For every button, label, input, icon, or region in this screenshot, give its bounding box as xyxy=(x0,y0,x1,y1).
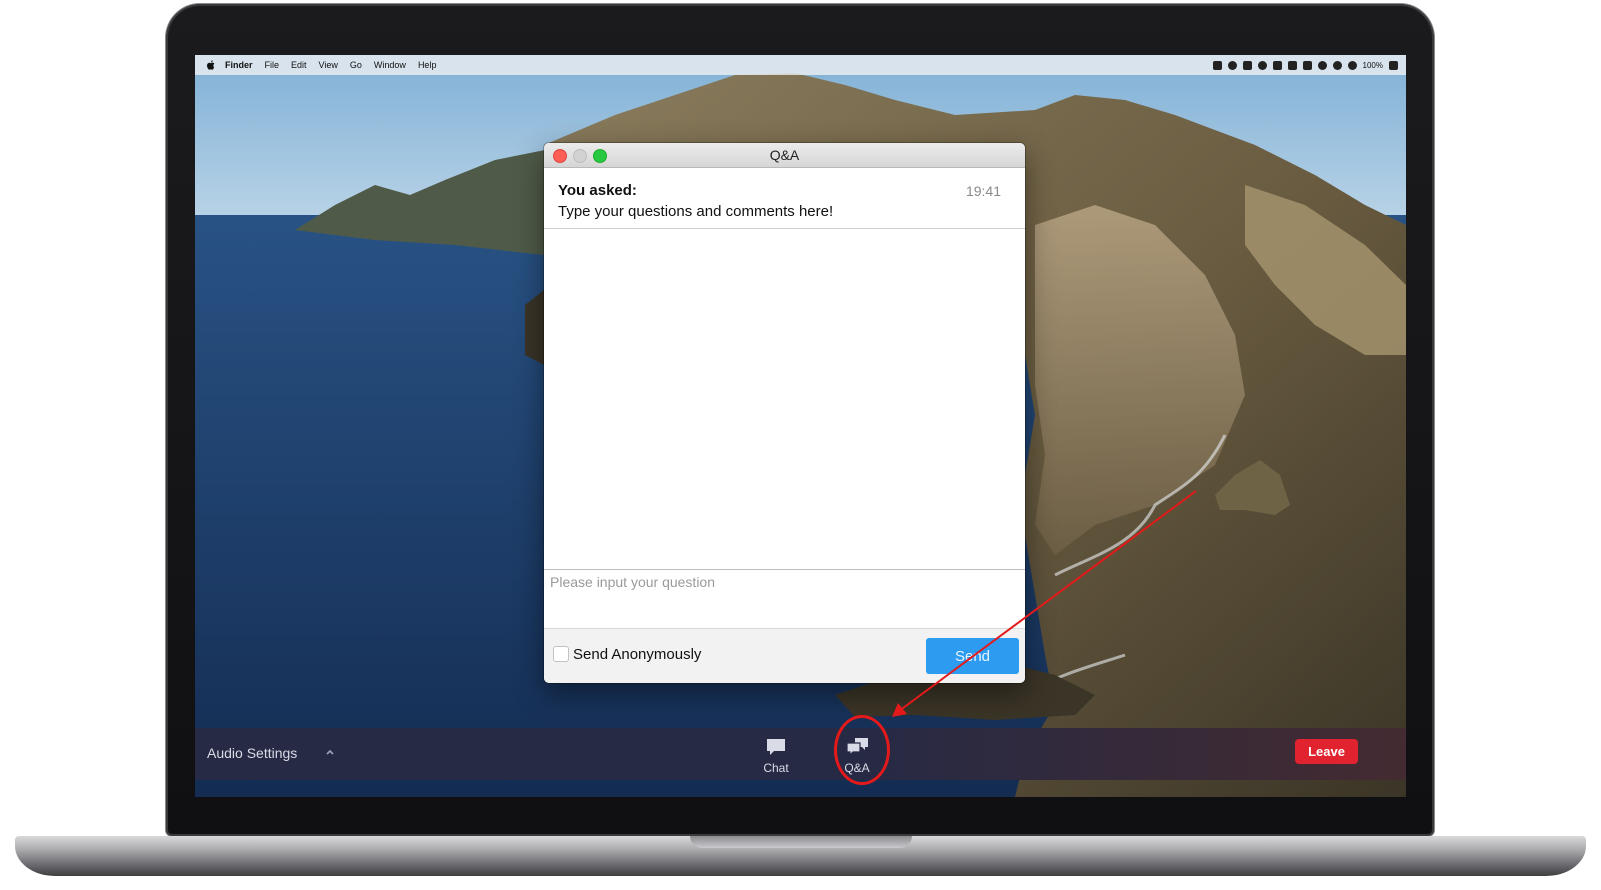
status-creative-icon[interactable] xyxy=(1242,60,1252,70)
leave-button[interactable]: Leave xyxy=(1295,739,1358,764)
battery-percent[interactable]: 100% xyxy=(1363,61,1383,70)
qa-titlebar[interactable]: Q&A xyxy=(544,143,1025,168)
question-label: You asked: xyxy=(558,182,637,199)
send-anonymously-label[interactable]: Send Anonymously xyxy=(573,646,701,663)
chat-button[interactable]: Chat xyxy=(756,734,796,775)
qa-window-title: Q&A xyxy=(769,147,800,163)
status-dropbox-icon[interactable] xyxy=(1257,60,1267,70)
menu-finder[interactable]: Finder xyxy=(225,60,253,70)
zoom-icon[interactable] xyxy=(593,149,607,163)
status-black-icon[interactable] xyxy=(1287,60,1297,70)
status-dollar-icon[interactable] xyxy=(1227,60,1237,70)
question-text: Type your questions and comments here! xyxy=(558,203,834,220)
question-input[interactable] xyxy=(544,570,1025,628)
apple-icon[interactable] xyxy=(205,59,217,71)
wifi-icon[interactable] xyxy=(1332,60,1342,70)
meeting-toolbar: Audio Settings Chat Q&A Leave xyxy=(195,728,1406,780)
laptop-notch xyxy=(690,836,912,848)
menu-bar: Finder File Edit View Go Window Help 100… xyxy=(195,55,1406,75)
menu-go[interactable]: Go xyxy=(350,60,362,70)
bluetooth-icon[interactable] xyxy=(1317,60,1327,70)
volume-icon[interactable] xyxy=(1347,60,1357,70)
qa-window: Q&A You asked: 19:41 Type your questions… xyxy=(544,143,1025,683)
menu-window[interactable]: Window xyxy=(374,60,406,70)
menu-view[interactable]: View xyxy=(319,60,338,70)
status-airplay-icon[interactable] xyxy=(1302,60,1312,70)
question-time: 19:41 xyxy=(965,183,1001,199)
audio-settings-button[interactable]: Audio Settings xyxy=(207,745,297,761)
battery-icon[interactable] xyxy=(1389,60,1398,70)
qa-highlight-circle xyxy=(834,715,890,785)
menu-help[interactable]: Help xyxy=(418,60,437,70)
send-anonymously-checkbox[interactable] xyxy=(553,646,569,662)
status-area: 100% xyxy=(1212,60,1406,70)
minimize-icon[interactable] xyxy=(573,149,587,163)
status-sync-icon[interactable] xyxy=(1272,60,1282,70)
qa-footer: Send Anonymously Send xyxy=(544,628,1025,683)
question-card: You asked: 19:41 Type your questions and… xyxy=(544,168,1025,229)
chat-label: Chat xyxy=(763,761,789,775)
send-button[interactable]: Send xyxy=(926,638,1019,674)
chat-icon xyxy=(767,739,785,755)
screen: Finder File Edit View Go Window Help 100… xyxy=(195,55,1406,797)
menu-edit[interactable]: Edit xyxy=(291,60,307,70)
status-app-icon[interactable] xyxy=(1212,60,1222,70)
chevron-up-icon[interactable] xyxy=(323,745,337,759)
close-icon[interactable] xyxy=(553,149,567,163)
questions-list[interactable] xyxy=(544,229,1025,570)
menu-file[interactable]: File xyxy=(265,60,280,70)
